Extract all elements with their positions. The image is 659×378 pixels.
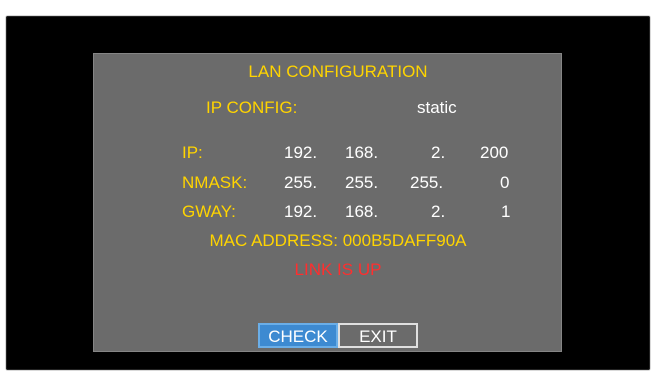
link-status: LINK IS UP — [294, 260, 382, 279]
ip-label: IP: — [182, 143, 203, 162]
page-title: LAN CONFIGURATION — [248, 62, 428, 81]
gateway-octet-3[interactable]: 2. — [431, 202, 445, 222]
lcd-screen — [93, 53, 562, 352]
netmask-label: NMASK: — [182, 173, 248, 192]
ip-config-label: IP CONFIG: — [206, 98, 298, 117]
ip-octet-2[interactable]: 168. — [345, 143, 378, 163]
netmask-octet-1[interactable]: 255. — [284, 173, 317, 193]
check-button[interactable]: CHECK — [258, 323, 338, 348]
gateway-octet-2[interactable]: 168. — [345, 202, 378, 222]
ip-octet-4[interactable]: 200 — [480, 143, 508, 163]
netmask-octet-2[interactable]: 255. — [345, 173, 378, 193]
gateway-octet-4[interactable]: 1 — [501, 202, 510, 222]
netmask-octet-4[interactable]: 0 — [500, 173, 509, 193]
ip-octet-1[interactable]: 192. — [284, 143, 317, 163]
mac-address: MAC ADDRESS: 000B5DAFF90A — [209, 231, 467, 250]
netmask-octet-3[interactable]: 255. — [410, 173, 443, 193]
exit-button[interactable]: EXIT — [338, 323, 418, 348]
ip-config-value[interactable]: static — [417, 98, 457, 118]
gateway-label: GWAY: — [182, 202, 236, 221]
gateway-octet-1[interactable]: 192. — [284, 202, 317, 222]
ip-octet-3[interactable]: 2. — [431, 143, 445, 163]
